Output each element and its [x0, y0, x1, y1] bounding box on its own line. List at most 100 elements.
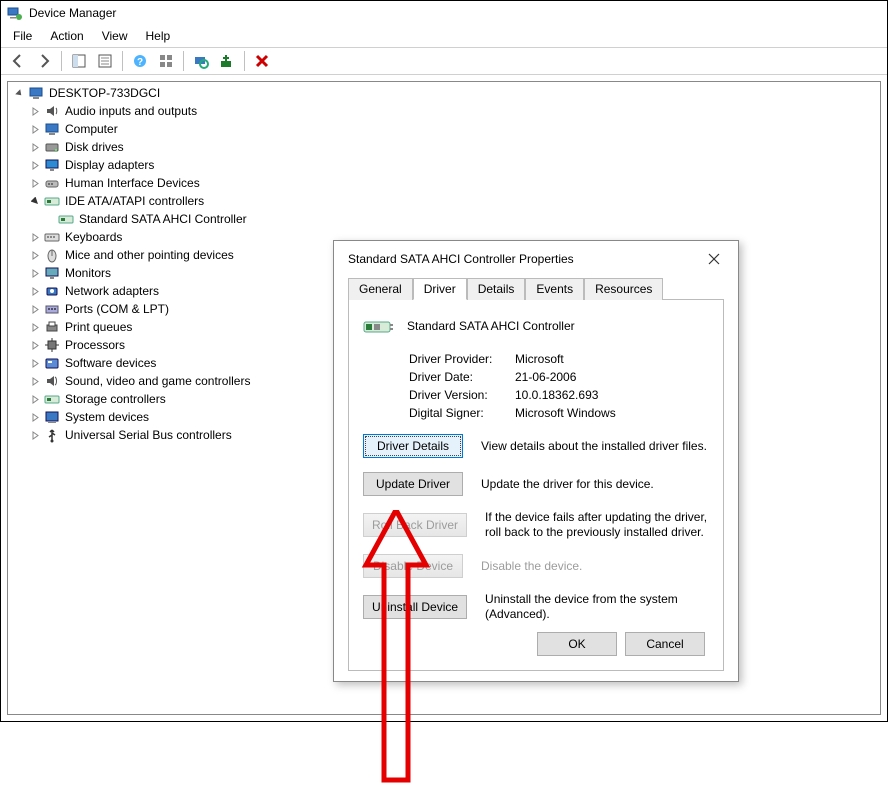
- uninstall-device-button[interactable]: Uninstall Device: [363, 595, 467, 619]
- software-icon: [44, 355, 60, 371]
- tree-item-label: Keyboards: [64, 230, 123, 244]
- expand-icon[interactable]: [28, 230, 42, 244]
- tab-general[interactable]: General: [348, 278, 413, 300]
- menu-help[interactable]: Help: [138, 27, 179, 45]
- tab-resources[interactable]: Resources: [584, 278, 663, 300]
- date-key: Driver Date:: [409, 370, 515, 384]
- disable-device-desc: Disable the device.: [481, 559, 709, 574]
- computer-icon: [28, 85, 44, 101]
- collapse-icon[interactable]: [28, 194, 42, 208]
- tree-item[interactable]: Human Interface Devices: [10, 174, 878, 192]
- tree-item[interactable]: Computer: [10, 120, 878, 138]
- tree-item-label: Processors: [64, 338, 126, 352]
- tree-item-label: Universal Serial Bus controllers: [64, 428, 233, 442]
- uninstall-device-desc: Uninstall the device from the system (Ad…: [485, 592, 709, 622]
- computer-icon: [44, 121, 60, 137]
- close-button[interactable]: [700, 249, 728, 269]
- controller-icon: [363, 316, 395, 336]
- dialog-titlebar[interactable]: Standard SATA AHCI Controller Properties: [334, 241, 738, 275]
- expand-icon[interactable]: [28, 104, 42, 118]
- tab-details[interactable]: Details: [467, 278, 526, 300]
- driver-tab-page: Standard SATA AHCI Controller Driver Pro…: [348, 300, 724, 671]
- tree-item-label: System devices: [64, 410, 150, 424]
- mouse-icon: [44, 247, 60, 263]
- expand-icon[interactable]: [28, 266, 42, 280]
- scan-hardware-button[interactable]: [190, 50, 212, 72]
- icons-button[interactable]: [155, 50, 177, 72]
- driver-details-desc: View details about the installed driver …: [481, 439, 709, 454]
- cancel-button[interactable]: Cancel: [625, 632, 705, 656]
- toolbar-divider: [244, 51, 245, 71]
- network-icon: [44, 283, 60, 299]
- ok-button[interactable]: OK: [537, 632, 617, 656]
- tree-item[interactable]: Disk drives: [10, 138, 878, 156]
- ide-icon: [44, 193, 60, 209]
- toolbar-divider: [122, 51, 123, 71]
- tree-item-label: Sound, video and game controllers: [64, 374, 251, 388]
- disable-device-button: Disable Device: [363, 554, 463, 578]
- update-driver-button[interactable]: Update Driver: [363, 472, 463, 496]
- forward-button[interactable]: [33, 50, 55, 72]
- collapse-icon[interactable]: [12, 86, 26, 100]
- tree-item-label: Storage controllers: [64, 392, 167, 406]
- expand-icon[interactable]: [28, 248, 42, 262]
- tree-root[interactable]: DESKTOP-733DGCI: [10, 84, 878, 102]
- tree-item-label: Software devices: [64, 356, 157, 370]
- toolbar-divider: [61, 51, 62, 71]
- driver-details-button[interactable]: Driver Details: [363, 434, 463, 458]
- provider-value: Microsoft: [515, 352, 564, 366]
- root-label: DESKTOP-733DGCI: [48, 86, 161, 100]
- expand-icon[interactable]: [28, 410, 42, 424]
- expand-icon[interactable]: [28, 338, 42, 352]
- print-icon: [44, 319, 60, 335]
- expand-icon[interactable]: [28, 320, 42, 334]
- toolbar-divider: [183, 51, 184, 71]
- properties-button[interactable]: [94, 50, 116, 72]
- keyboard-icon: [44, 229, 60, 245]
- expand-icon[interactable]: [28, 392, 42, 406]
- processor-icon: [44, 337, 60, 353]
- expand-icon[interactable]: [28, 302, 42, 316]
- tab-events[interactable]: Events: [525, 278, 584, 300]
- show-hide-tree-button[interactable]: [68, 50, 90, 72]
- tree-item[interactable]: IDE ATA/ATAPI controllers: [10, 192, 878, 210]
- main-area: DESKTOP-733DGCI Audio inputs and outputs…: [1, 75, 887, 721]
- expand-icon[interactable]: [28, 284, 42, 298]
- titlebar: Device Manager: [1, 1, 887, 25]
- monitor-icon: [44, 265, 60, 281]
- tree-item[interactable]: Display adapters: [10, 156, 878, 174]
- storage-icon: [44, 391, 60, 407]
- tab-strip: General Driver Details Events Resources: [348, 277, 724, 300]
- usb-icon: [44, 427, 60, 443]
- add-legacy-button[interactable]: [216, 50, 238, 72]
- back-button[interactable]: [7, 50, 29, 72]
- tree-child-item[interactable]: Standard SATA AHCI Controller: [10, 210, 878, 228]
- expand-icon[interactable]: [28, 176, 42, 190]
- help-button[interactable]: ?: [129, 50, 151, 72]
- menu-action[interactable]: Action: [42, 27, 91, 45]
- tab-driver[interactable]: Driver: [413, 278, 467, 300]
- ports-icon: [44, 301, 60, 317]
- expand-icon[interactable]: [28, 374, 42, 388]
- expand-icon[interactable]: [28, 158, 42, 172]
- date-value: 21-06-2006: [515, 370, 576, 384]
- menu-view[interactable]: View: [94, 27, 136, 45]
- expand-icon[interactable]: [28, 122, 42, 136]
- rollback-driver-desc: If the device fails after updating the d…: [485, 510, 709, 540]
- window-title: Device Manager: [29, 6, 116, 20]
- tree-item[interactable]: Audio inputs and outputs: [10, 102, 878, 120]
- expand-icon[interactable]: [28, 140, 42, 154]
- tree-item-label: Monitors: [64, 266, 112, 280]
- expand-icon[interactable]: [28, 428, 42, 442]
- tree-item-label: Display adapters: [64, 158, 155, 172]
- dialog-title: Standard SATA AHCI Controller Properties: [348, 252, 574, 266]
- sound-icon: [44, 373, 60, 389]
- rollback-driver-button: Roll Back Driver: [363, 513, 467, 537]
- tree-item-label: Ports (COM & LPT): [64, 302, 170, 316]
- device-manager-icon: [7, 5, 23, 21]
- signer-value: Microsoft Windows: [515, 406, 616, 420]
- uninstall-button[interactable]: [251, 50, 273, 72]
- version-key: Driver Version:: [409, 388, 515, 402]
- menu-file[interactable]: File: [5, 27, 40, 45]
- expand-icon[interactable]: [28, 356, 42, 370]
